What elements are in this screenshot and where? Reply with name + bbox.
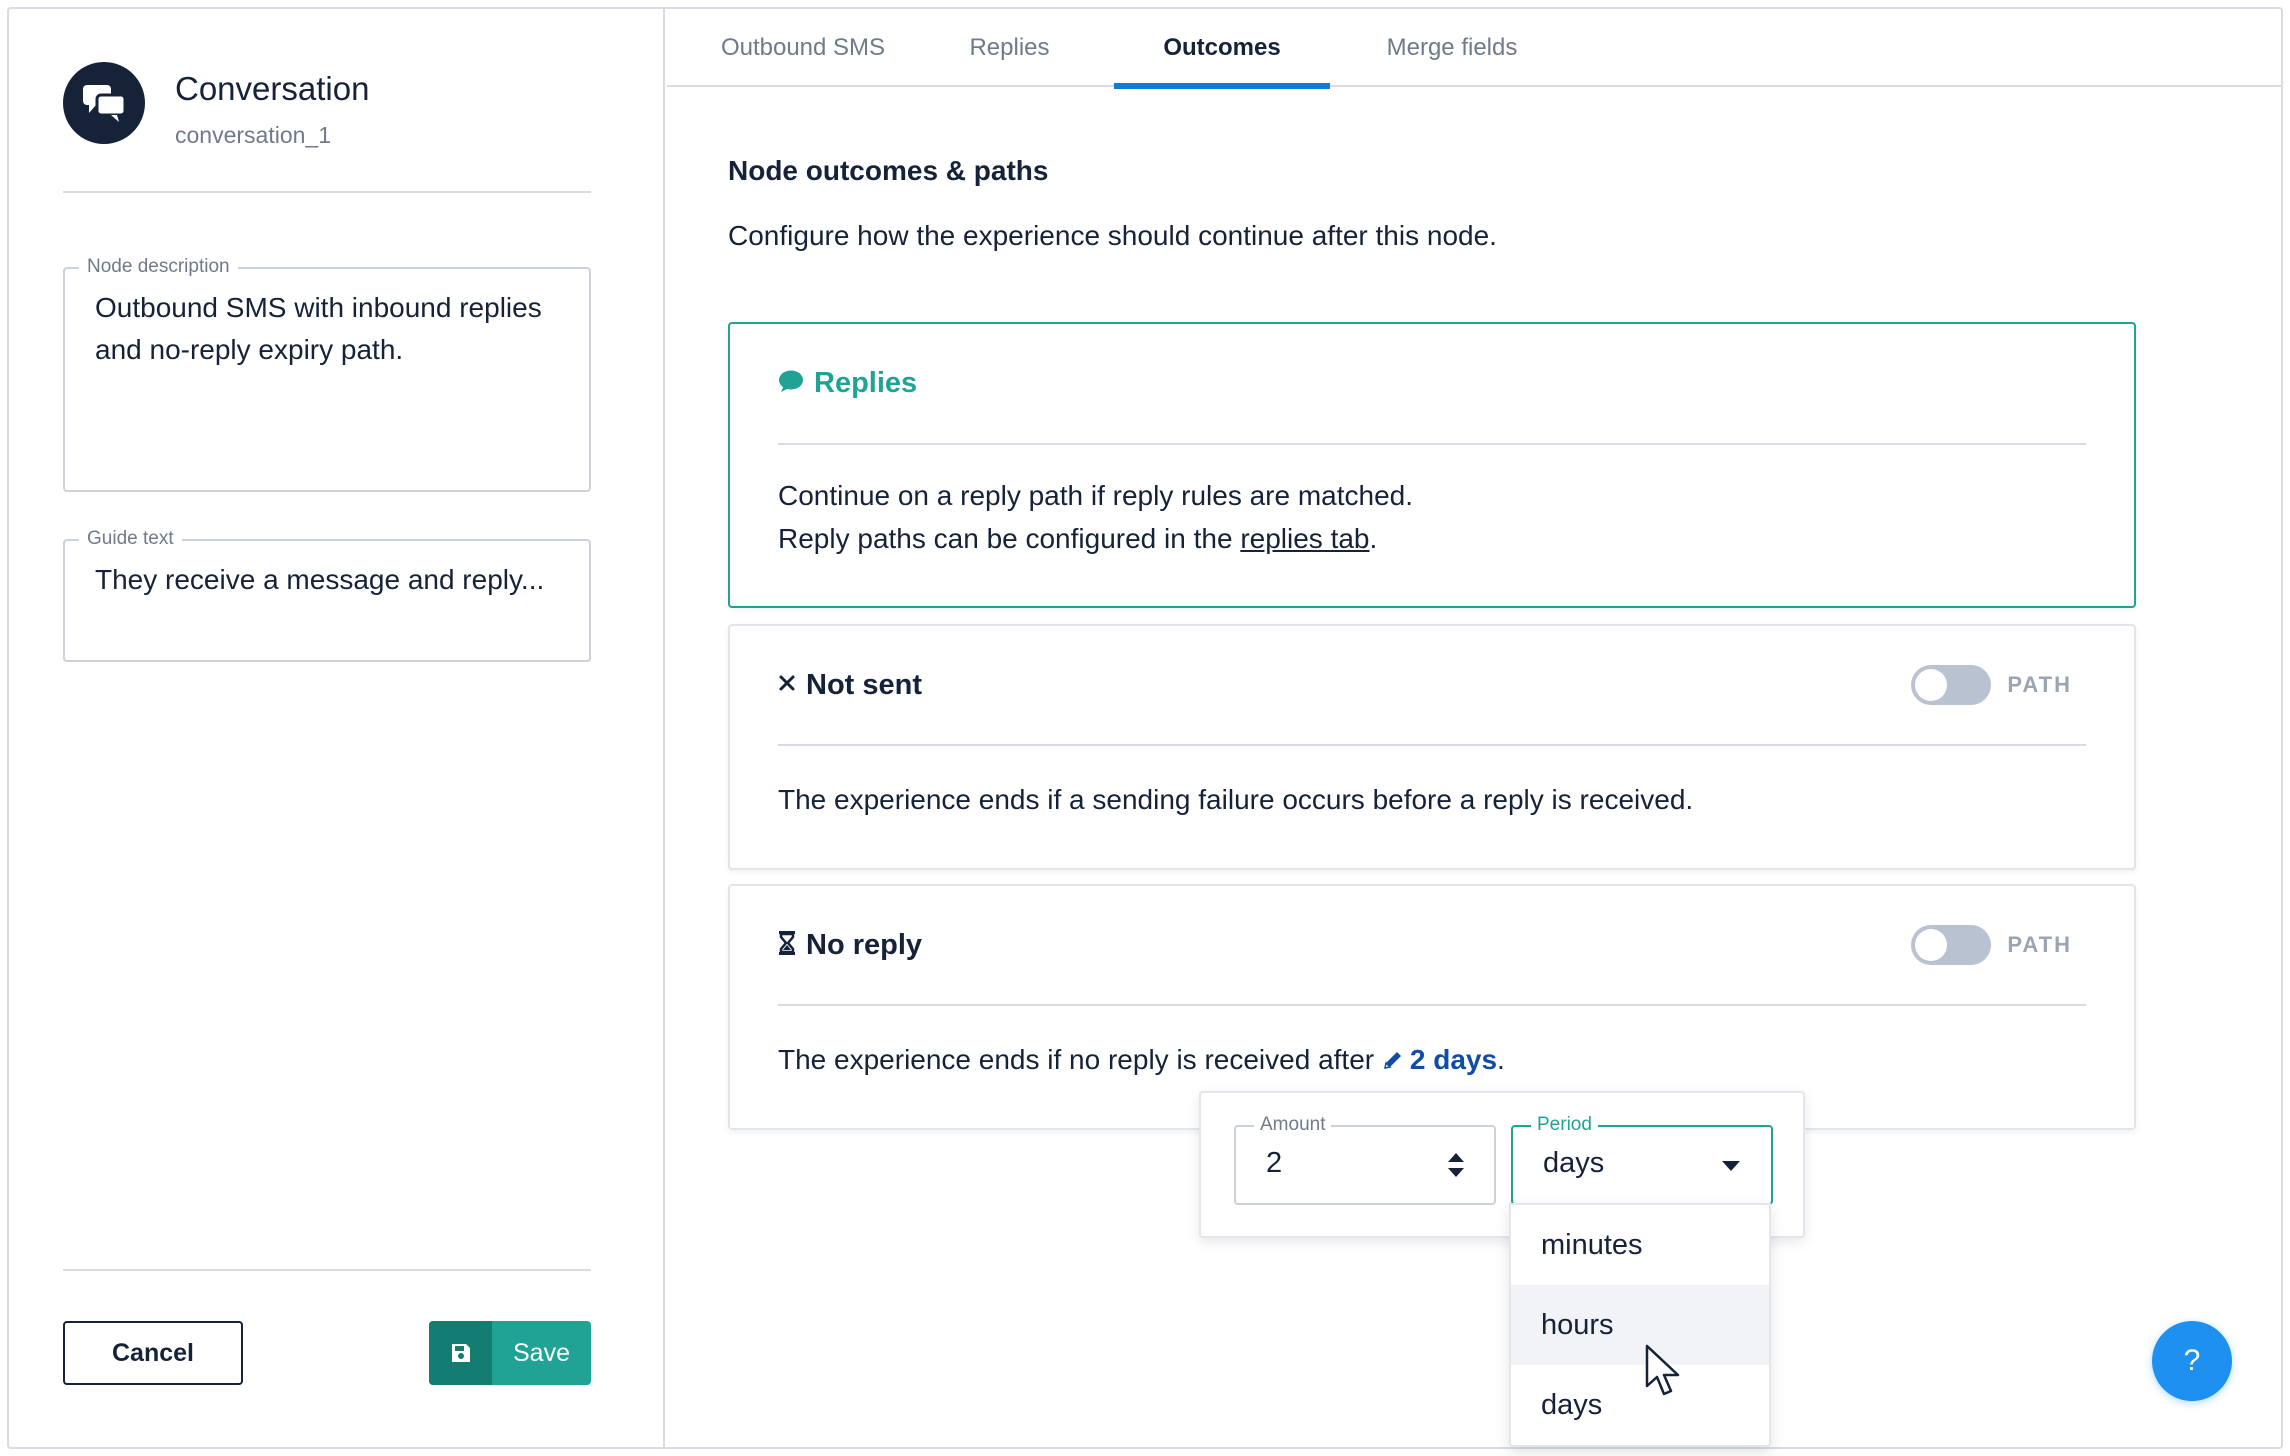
floppy-disk-icon: [429, 1321, 492, 1385]
no-reply-path-toggle[interactable]: PATH: [1911, 925, 2086, 965]
section-description: Configure how the experience should cont…: [728, 220, 1497, 251]
replies-tab-link[interactable]: replies tab: [1240, 523, 1369, 554]
guide-text-label: Guide text: [79, 528, 182, 550]
amount-input[interactable]: Amount 2: [1234, 1114, 1496, 1205]
help-button[interactable]: ?: [2152, 1321, 2232, 1401]
mouse-cursor-icon: [1645, 1344, 1685, 1405]
card-header: Not sent PATH: [778, 626, 2086, 746]
no-reply-title: No reply: [806, 928, 923, 961]
amount-value[interactable]: 2: [1266, 1147, 1282, 1180]
edit-duration-link[interactable]: 2 days: [1382, 1044, 1497, 1075]
toggle-label: PATH: [2007, 932, 2072, 957]
toggle-switch[interactable]: [1911, 665, 1992, 705]
toggle-label: PATH: [2007, 672, 2072, 697]
save-button[interactable]: Save: [429, 1321, 591, 1385]
cancel-button[interactable]: Cancel: [63, 1321, 243, 1385]
hourglass-icon: [778, 930, 796, 961]
replies-line-1: Continue on a reply path if reply rules …: [778, 480, 1414, 511]
not-sent-outcome-card: Not sent PATH The experience ends if a s…: [728, 624, 2136, 870]
period-option-hours[interactable]: hours: [1511, 1285, 1769, 1365]
node-description-label: Node description: [79, 256, 238, 278]
divider: [63, 191, 591, 193]
tab-merge-fields[interactable]: Merge fields: [1373, 9, 1531, 87]
guide-text-value[interactable]: They receive a message and reply...: [95, 559, 559, 601]
not-sent-title: Not sent: [806, 668, 922, 701]
tab-replies[interactable]: Replies: [957, 9, 1062, 87]
no-reply-body: The experience ends if no reply is recei…: [778, 1038, 2086, 1081]
node-settings-panel: [9, 9, 665, 1447]
node-id: conversation_1: [175, 122, 331, 148]
caret-down-icon[interactable]: [1721, 1159, 1741, 1177]
speech-bubble-icon: [778, 369, 804, 398]
node-title: Conversation: [175, 70, 370, 107]
amount-label: Amount: [1254, 1114, 1332, 1136]
section-title: Node outcomes & paths: [728, 155, 1049, 186]
chat-bubbles-icon: [63, 62, 145, 144]
replies-title: Replies: [814, 367, 918, 399]
replies-line-2: Reply paths can be configured in the rep…: [778, 517, 2086, 560]
period-label: Period: [1531, 1114, 1598, 1136]
replies-body: Continue on a reply path if reply rules …: [778, 474, 2086, 560]
duration-value: 2 days: [1409, 1044, 1498, 1075]
toggle-switch[interactable]: [1911, 925, 1992, 965]
period-option-days[interactable]: days: [1511, 1365, 1769, 1445]
pencil-icon: [1382, 1044, 1410, 1075]
guide-text-field[interactable]: Guide text They receive a message and re…: [63, 528, 591, 662]
no-reply-body-text: The experience ends if no reply is recei…: [778, 1044, 1382, 1075]
period-select[interactable]: Period days: [1511, 1114, 1773, 1205]
node-description-field[interactable]: Node description Outbound SMS with inbou…: [63, 256, 591, 492]
not-sent-path-toggle[interactable]: PATH: [1911, 665, 2086, 705]
card-header: No reply PATH: [778, 886, 2086, 1006]
tab-outbound-sms[interactable]: Outbound SMS: [712, 9, 894, 87]
tab-bar: Outbound SMS Replies Outcomes Merge fiel…: [667, 9, 2281, 89]
replies-line-2-text: Reply paths can be configured in the: [778, 523, 1241, 554]
tab-outcomes[interactable]: Outcomes: [1114, 9, 1330, 89]
card-header: Replies: [778, 324, 2086, 445]
replies-outcome-card: Replies Continue on a reply path if repl…: [728, 322, 2136, 608]
divider: [63, 1269, 591, 1271]
replies-line-2-period: .: [1369, 523, 1378, 554]
close-icon: [778, 674, 796, 697]
period-option-minutes[interactable]: minutes: [1511, 1205, 1769, 1285]
node-description-value[interactable]: Outbound SMS with inbound replies and no…: [95, 287, 559, 371]
not-sent-body: The experience ends if a sending failure…: [778, 784, 1694, 815]
stepper-icon[interactable]: [1446, 1151, 1466, 1184]
no-reply-period: .: [1497, 1044, 1505, 1075]
period-options-list: minutes hours days: [1509, 1203, 1771, 1447]
period-value: days: [1543, 1147, 1605, 1179]
save-button-label: Save: [513, 1338, 570, 1367]
